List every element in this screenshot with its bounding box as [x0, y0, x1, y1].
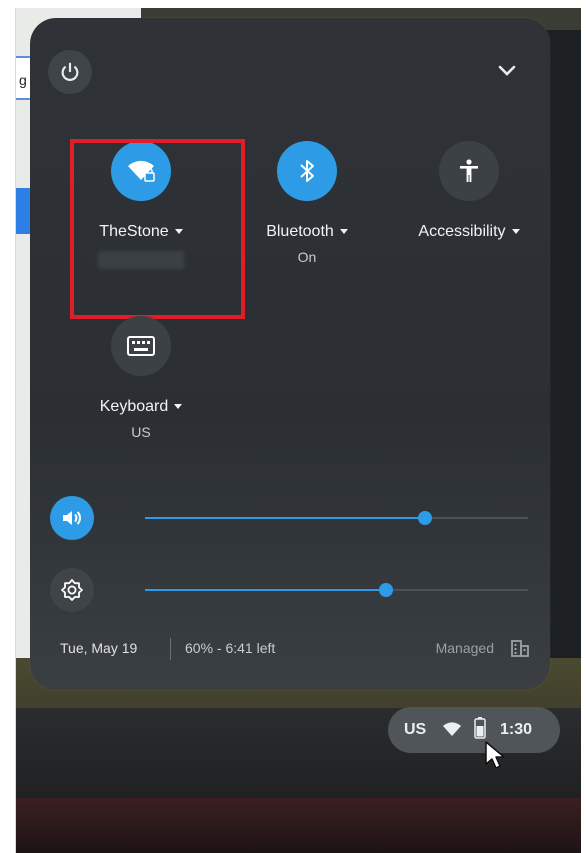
panel-footer: Tue, May 19 60% - 6:41 left Managed — [60, 638, 530, 662]
bluetooth-status: On — [297, 249, 317, 265]
caret-down-icon — [174, 229, 183, 235]
brightness-button[interactable] — [50, 568, 94, 612]
bluetooth-name: Bluetooth — [266, 223, 334, 240]
bluetooth-tile[interactable]: Bluetooth On — [232, 141, 382, 265]
volume-icon — [63, 511, 81, 525]
accessibility-icon — [460, 159, 478, 182]
collapse-button[interactable] — [490, 54, 524, 88]
network-tile[interactable]: TheStone — [66, 141, 216, 269]
brightness-icon — [61, 579, 83, 601]
network-label[interactable]: TheStone — [66, 223, 216, 241]
accessibility-name: Accessibility — [418, 223, 506, 240]
bluetooth-icon — [300, 160, 314, 182]
volume-mute-button[interactable] — [50, 496, 94, 540]
keyboard-layout: US — [131, 424, 151, 440]
ime-indicator: US — [404, 721, 427, 738]
bluetooth-toggle[interactable] — [277, 141, 337, 201]
caret-down-icon — [511, 229, 520, 235]
brightness-slider-row — [50, 568, 528, 612]
clock-time: 1:30 — [500, 721, 533, 738]
keyboard-tile[interactable]: Keyboard US — [66, 316, 216, 440]
caret-down-icon — [174, 404, 183, 410]
keyboard-icon — [127, 336, 155, 356]
accessibility-tile[interactable]: Accessibility — [394, 141, 544, 241]
caret-down-icon — [339, 229, 348, 235]
screen-bezel — [16, 798, 581, 853]
network-toggle[interactable] — [111, 141, 171, 201]
keyboard-label[interactable]: Keyboard — [66, 398, 216, 416]
keyboard-toggle[interactable] — [111, 316, 171, 376]
brightness-slider-thumb[interactable] — [379, 583, 394, 597]
brightness-slider-fill — [145, 589, 387, 591]
footer-divider — [170, 638, 171, 660]
battery-status[interactable]: 60% - 6:41 left — [185, 640, 275, 656]
accessibility-toggle[interactable] — [439, 141, 499, 201]
quick-settings-panel: TheStone Bluetooth On Accessibility Keyb… — [30, 18, 550, 690]
bluetooth-label[interactable]: Bluetooth — [232, 223, 382, 241]
volume-slider-thumb[interactable] — [417, 511, 432, 525]
status-area-button[interactable]: US 1:30 — [388, 707, 560, 753]
brightness-slider[interactable] — [145, 583, 528, 597]
managed-label[interactable]: Managed — [436, 640, 494, 656]
volume-slider-row — [50, 496, 528, 540]
network-name: TheStone — [99, 223, 169, 240]
keyboard-name: Keyboard — [99, 398, 169, 415]
wifi-status-icon — [442, 721, 462, 742]
chevron-down-icon — [498, 65, 516, 76]
date-label[interactable]: Tue, May 19 — [60, 640, 137, 656]
volume-slider-fill — [145, 517, 425, 519]
network-status-redacted — [98, 251, 184, 269]
mouse-cursor-icon — [485, 741, 504, 769]
accessibility-label[interactable]: Accessibility — [394, 223, 544, 241]
power-icon — [61, 62, 79, 81]
volume-slider[interactable] — [145, 511, 528, 525]
power-button[interactable] — [48, 50, 92, 94]
enterprise-building-icon[interactable] — [510, 638, 530, 661]
wifi-lock-icon — [128, 160, 155, 182]
